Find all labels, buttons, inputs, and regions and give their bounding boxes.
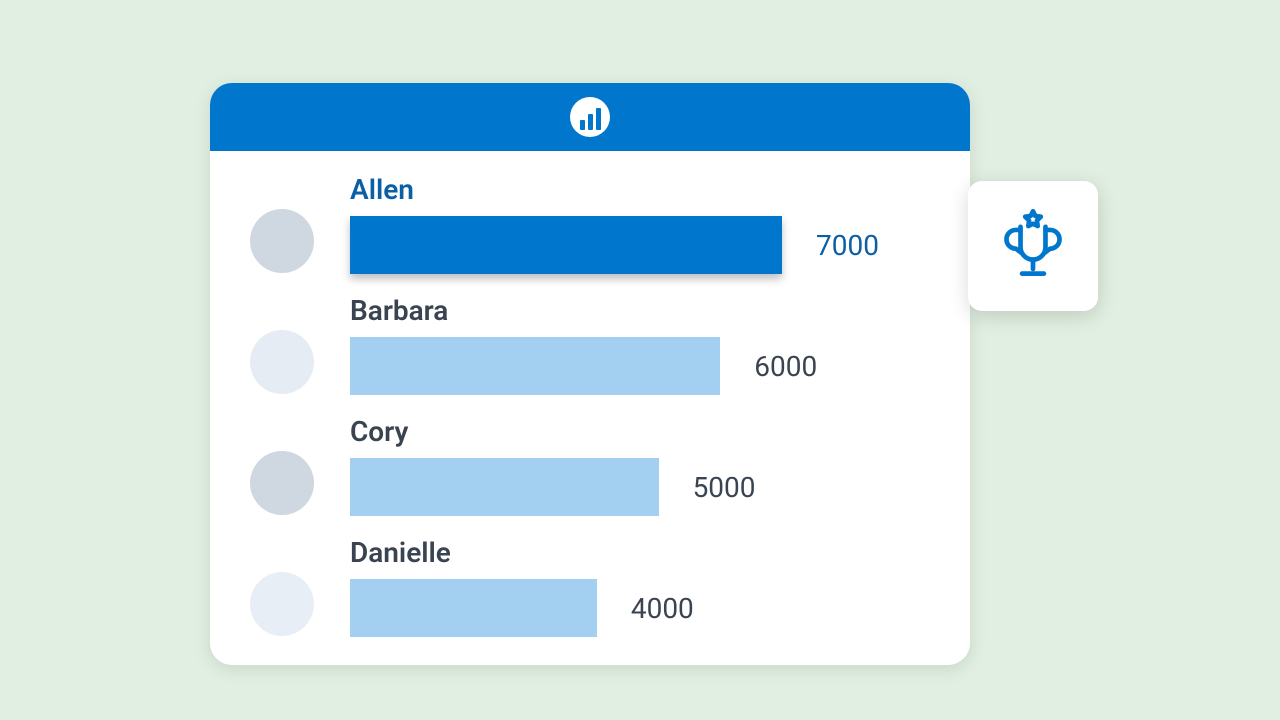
- leaderboard-row: Danielle 4000: [250, 536, 930, 637]
- score-value: 4000: [631, 592, 694, 625]
- avatar: [250, 572, 314, 636]
- leaderboard-row: Barbara 6000: [250, 294, 930, 395]
- score-value: 7000: [816, 229, 879, 262]
- leaderboard-row: Allen 7000: [250, 173, 930, 274]
- player-name: Barbara: [350, 294, 930, 327]
- card-header: [210, 83, 970, 151]
- avatar: [250, 209, 314, 273]
- leaderboard-rows: Allen 7000 Barbara 6000 Cory 5: [210, 151, 970, 637]
- score-bar: [350, 579, 597, 637]
- leaderboard-card: Allen 7000 Barbara 6000 Cory 5: [210, 83, 970, 665]
- trophy-icon: [994, 205, 1072, 287]
- player-name: Allen: [350, 173, 930, 206]
- player-name: Cory: [350, 415, 930, 448]
- score-bar: [350, 216, 782, 274]
- score-value: 6000: [754, 350, 817, 383]
- score-bar: [350, 337, 720, 395]
- score-value: 5000: [693, 471, 756, 504]
- player-name: Danielle: [350, 536, 930, 569]
- avatar: [250, 330, 314, 394]
- leaderboard-row: Cory 5000: [250, 415, 930, 516]
- bar-chart-icon: [570, 97, 610, 137]
- trophy-badge: [968, 181, 1098, 311]
- score-bar: [350, 458, 659, 516]
- avatar: [250, 451, 314, 515]
